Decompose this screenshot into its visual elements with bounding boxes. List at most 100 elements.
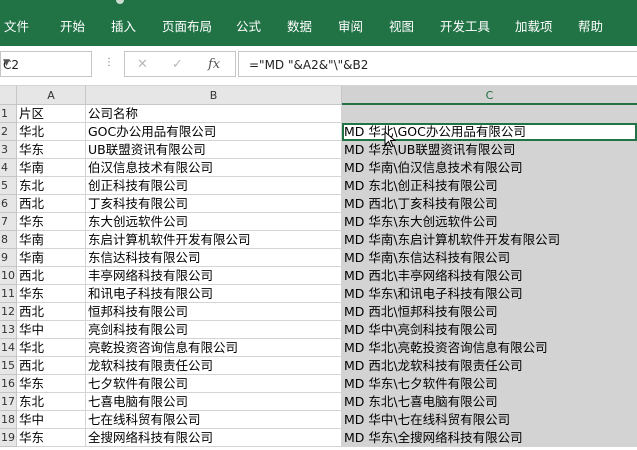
cell-c[interactable]: MD 华中\亮剑科技有限公司	[342, 321, 637, 339]
cell-a[interactable]: 西北	[17, 267, 86, 285]
row-header[interactable]: 5	[0, 177, 17, 195]
tab-file[interactable]: 文件	[4, 16, 29, 35]
chevron-down-icon[interactable]: ▼	[3, 58, 87, 68]
select-all-corner[interactable]	[0, 86, 17, 105]
cell-a[interactable]: 华中	[17, 321, 86, 339]
cell-a[interactable]: 华东	[17, 213, 86, 231]
cell-c[interactable]: MD 华东\七夕软件有限公司	[342, 375, 637, 393]
tab-addins[interactable]: 加载项	[515, 16, 553, 35]
cell-c[interactable]: MD 华南\东启计算机软件开发有限公司	[342, 231, 637, 249]
cell-c[interactable]: MD 华东\和讯电子科技有限公司	[342, 285, 637, 303]
worksheet-grid[interactable]: A B C 1 片区 公司名称 2 华北 GOC办公用品有限公司 MD 华北\GOC办公用品…	[0, 86, 637, 450]
row-header[interactable]: 12	[0, 303, 17, 321]
row-header[interactable]: 4	[0, 159, 17, 177]
cell-b[interactable]: 伯汉信息技术有限公司	[86, 159, 342, 177]
column-header-a[interactable]: A	[17, 86, 86, 105]
name-box[interactable]: C2 ▼	[0, 51, 92, 77]
cell-c[interactable]: MD 华南\伯汉信息技术有限公司	[342, 159, 637, 177]
active-cell[interactable]: MD 华北\GOC办公用品有限公司	[342, 123, 637, 141]
cell-b[interactable]: 亮乾投资咨询信息有限公司	[86, 339, 342, 357]
column-header-c[interactable]: C	[342, 86, 637, 105]
cell-b[interactable]: GOC办公用品有限公司	[86, 123, 342, 141]
row-header[interactable]: 11	[0, 285, 17, 303]
cell-b[interactable]: 七喜电脑有限公司	[86, 393, 342, 411]
row-header[interactable]: 7	[0, 213, 17, 231]
tab-insert[interactable]: 插入	[111, 16, 136, 35]
row-header[interactable]: 13	[0, 321, 17, 339]
cell-b[interactable]: 创正科技有限公司	[86, 177, 342, 195]
cell-c[interactable]: MD 西北\龙软科技有限责任公司	[342, 357, 637, 375]
cell-a[interactable]: 华东	[17, 429, 86, 447]
tab-formulas[interactable]: 公式	[236, 16, 261, 35]
row-header[interactable]: 6	[0, 195, 17, 213]
cell-a[interactable]: 华东	[17, 141, 86, 159]
cell-b[interactable]: 和讯电子科技有限公司	[86, 285, 342, 303]
row-header[interactable]: 19	[0, 429, 17, 447]
row-header[interactable]: 2	[0, 123, 17, 141]
row-header[interactable]: 1	[0, 105, 17, 123]
cell-c[interactable]: MD 华中\七在线科贸有限公司	[342, 411, 637, 429]
cell-a[interactable]: 华南	[17, 159, 86, 177]
tab-data[interactable]: 数据	[287, 16, 312, 35]
row-header[interactable]: 16	[0, 375, 17, 393]
cell-c[interactable]: MD 东北\创正科技有限公司	[342, 177, 637, 195]
cell-b[interactable]: 丰亭网络科技有限公司	[86, 267, 342, 285]
cell-b[interactable]: 丁亥科技有限公司	[86, 195, 342, 213]
cell-c[interactable]: MD 东北\七喜电脑有限公司	[342, 393, 637, 411]
tab-home[interactable]: 开始	[60, 16, 85, 35]
cell-b[interactable]: 龙软科技有限责任公司	[86, 357, 342, 375]
cell-b[interactable]: 东启计算机软件开发有限公司	[86, 231, 342, 249]
cell-a[interactable]: 片区	[17, 105, 86, 123]
tab-page-layout[interactable]: 页面布局	[162, 16, 212, 35]
cell-b[interactable]: 亮剑科技有限公司	[86, 321, 342, 339]
row-header[interactable]: 14	[0, 339, 17, 357]
tab-developer[interactable]: 开发工具	[440, 16, 490, 35]
cell-c[interactable]: MD 华东\全搜网络科技有限公司	[342, 429, 637, 447]
cell-b[interactable]: 七夕软件有限公司	[86, 375, 342, 393]
cell-c[interactable]	[342, 105, 637, 123]
cell-b[interactable]: 七在线科贸有限公司	[86, 411, 342, 429]
row-header[interactable]: 10	[0, 267, 17, 285]
cell-b[interactable]: UB联盟资讯有限公司	[86, 141, 342, 159]
ribbon-tab-bar: 文件 开始 插入 页面布局 公式 数据 审阅 视图 开发工具 加载项 帮助	[0, 0, 637, 46]
cell-c[interactable]: MD 西北\丰亭网络科技有限公司	[342, 267, 637, 285]
cell-a[interactable]: 华中	[17, 411, 86, 429]
column-header-b[interactable]: B	[86, 86, 342, 105]
cell-b[interactable]: 恒邦科技有限公司	[86, 303, 342, 321]
tab-review[interactable]: 审阅	[338, 16, 363, 35]
cell-a[interactable]: 东北	[17, 177, 86, 195]
tab-view[interactable]: 视图	[389, 16, 414, 35]
cell-a[interactable]: 西北	[17, 303, 86, 321]
cell-b[interactable]: 公司名称	[86, 105, 342, 123]
formula-input[interactable]: ="MD "&A2&"\"&B2	[238, 51, 637, 77]
cell-c[interactable]: MD 西北\恒邦科技有限公司	[342, 303, 637, 321]
cell-a[interactable]: 华南	[17, 249, 86, 267]
tab-help[interactable]: 帮助	[578, 16, 603, 35]
cell-a[interactable]: 东北	[17, 393, 86, 411]
cell-b[interactable]: 东信达科技有限公司	[86, 249, 342, 267]
cell-c[interactable]: MD 华东\UB联盟资讯有限公司	[342, 141, 637, 159]
cell-a[interactable]: 华东	[17, 375, 86, 393]
row-header[interactable]: 8	[0, 231, 17, 249]
row-header[interactable]: 17	[0, 393, 17, 411]
row-header[interactable]: 18	[0, 411, 17, 429]
cancel-icon[interactable]: ✕	[137, 57, 148, 72]
formula-bar-resize-handle[interactable]: ⋮	[104, 58, 115, 68]
row-header[interactable]: 9	[0, 249, 17, 267]
insert-function-icon[interactable]: fx	[208, 57, 220, 72]
cell-b[interactable]: 东大创远软件公司	[86, 213, 342, 231]
cell-c[interactable]: MD 华南\东信达科技有限公司	[342, 249, 637, 267]
row-header[interactable]: 3	[0, 141, 17, 159]
cell-a[interactable]: 华北	[17, 339, 86, 357]
cell-c[interactable]: MD 华北\亮乾投资咨询信息有限公司	[342, 339, 637, 357]
cell-c[interactable]: MD 西北\丁亥科技有限公司	[342, 195, 637, 213]
cell-a[interactable]: 华北	[17, 123, 86, 141]
cell-a[interactable]: 华东	[17, 285, 86, 303]
row-header[interactable]: 15	[0, 357, 17, 375]
enter-icon[interactable]: ✓	[172, 57, 183, 72]
cell-a[interactable]: 西北	[17, 195, 86, 213]
cell-a[interactable]: 华南	[17, 231, 86, 249]
cell-a[interactable]: 西北	[17, 357, 86, 375]
cell-c[interactable]: MD 华东\东大创远软件公司	[342, 213, 637, 231]
cell-b[interactable]: 全搜网络科技有限公司	[86, 429, 342, 447]
